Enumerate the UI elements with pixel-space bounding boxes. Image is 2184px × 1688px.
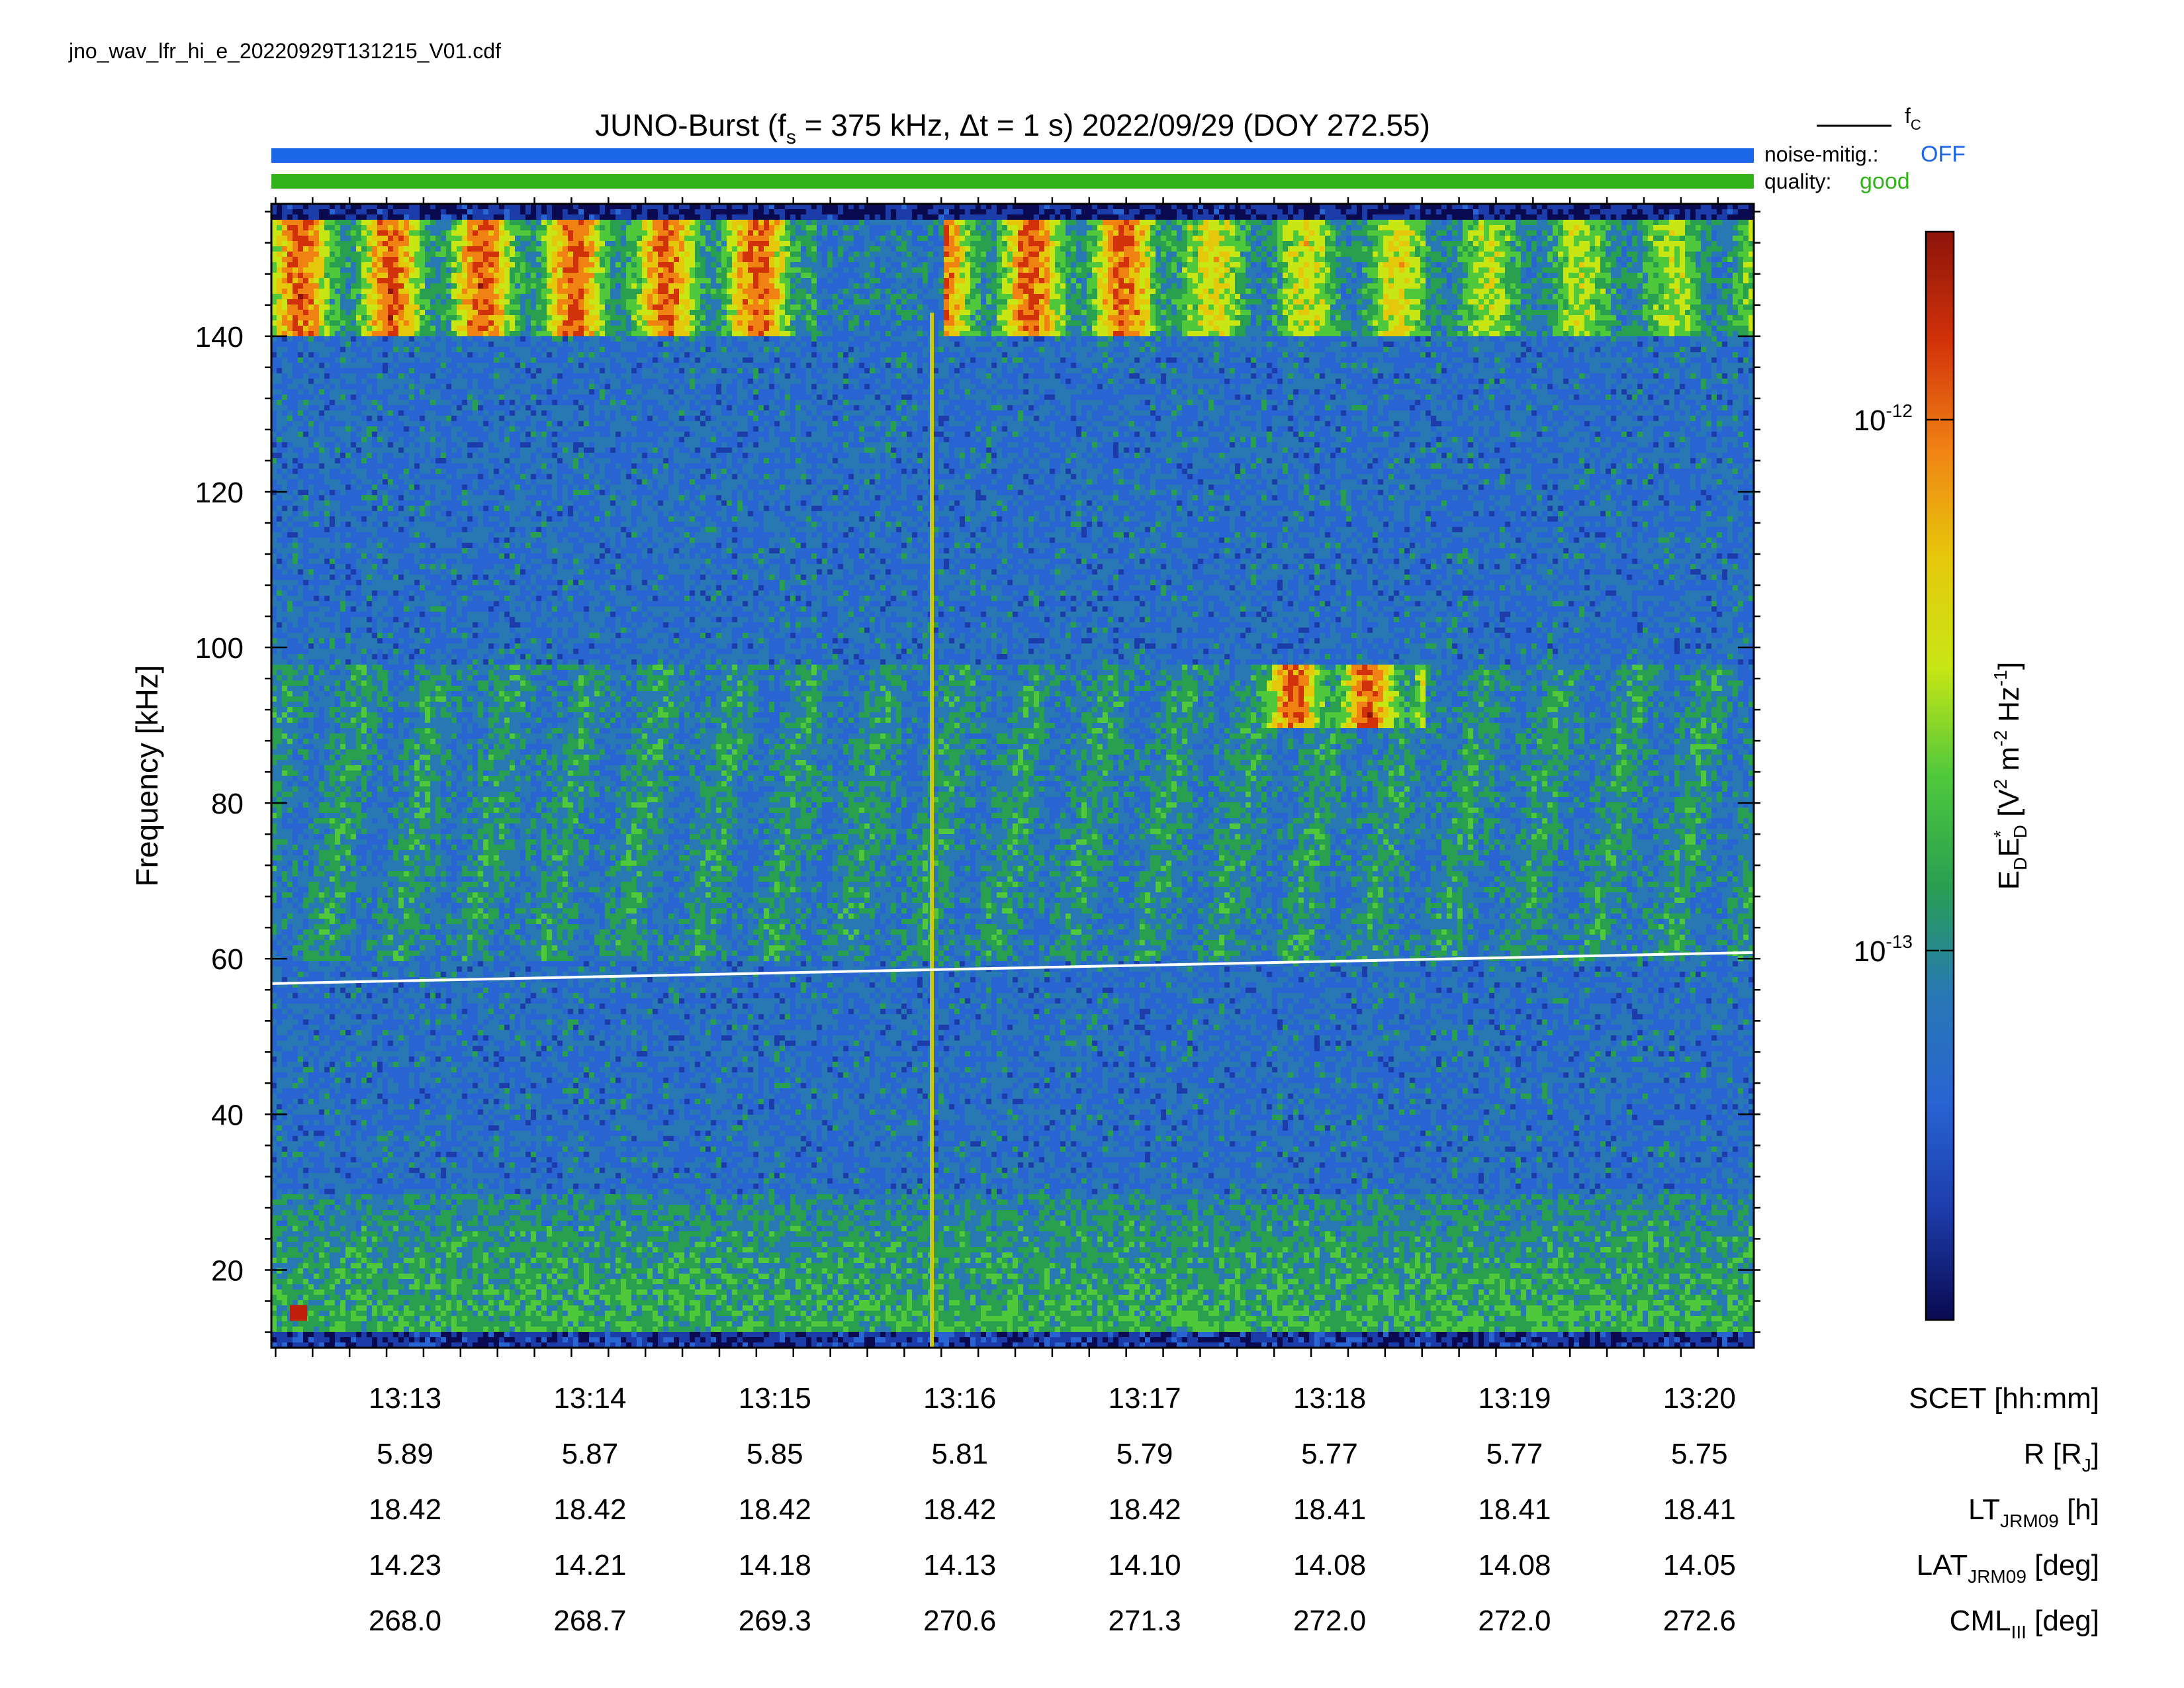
x-row-label: R [RJ] bbox=[2024, 1438, 2099, 1476]
colorbar-tick-label: 10-12 bbox=[1854, 400, 1913, 437]
x-row-value: 18.42 bbox=[739, 1493, 811, 1526]
x-row-label: CMLIII [deg] bbox=[1950, 1605, 2099, 1642]
x-row-value: 13:17 bbox=[1109, 1382, 1181, 1415]
y-tick-label: 120 bbox=[195, 477, 244, 509]
x-row-value: 14.10 bbox=[1109, 1549, 1181, 1581]
x-row-value: 14.21 bbox=[553, 1549, 626, 1581]
colorbar bbox=[1926, 232, 1954, 1320]
y-tick-label: 40 bbox=[211, 1099, 244, 1131]
x-row-value: 5.75 bbox=[1671, 1438, 1728, 1470]
x-row-value: 14.08 bbox=[1478, 1549, 1551, 1581]
x-row-value: 18.42 bbox=[553, 1493, 626, 1526]
colorbar-tick-label: 10-13 bbox=[1854, 931, 1913, 968]
x-row-value: 5.87 bbox=[562, 1438, 619, 1470]
x-row-value: 272.6 bbox=[1663, 1605, 1736, 1637]
x-row-value: 5.85 bbox=[747, 1438, 803, 1470]
x-row-value: 13:18 bbox=[1293, 1382, 1366, 1415]
x-row-value: 14.05 bbox=[1663, 1549, 1736, 1581]
fc-legend-label: fC bbox=[1905, 104, 1921, 133]
x-row-value: 5.77 bbox=[1486, 1438, 1543, 1470]
x-row-value: 272.0 bbox=[1478, 1605, 1551, 1637]
x-row-value: 272.0 bbox=[1293, 1605, 1366, 1637]
x-row-value: 5.81 bbox=[931, 1438, 988, 1470]
y-axis-label: Frequency [kHz] bbox=[130, 665, 164, 887]
noise-mitig-label: noise-mitig.: bbox=[1764, 142, 1879, 166]
y-tick-label: 100 bbox=[195, 632, 244, 665]
quality-bar bbox=[271, 174, 1754, 189]
x-row-value: 13:19 bbox=[1478, 1382, 1551, 1415]
y-tick-label: 20 bbox=[211, 1254, 244, 1287]
noise-mitig-value: OFF bbox=[1921, 142, 1966, 167]
x-row-value: 13:13 bbox=[369, 1382, 441, 1415]
x-row-value: 268.7 bbox=[553, 1605, 626, 1637]
x-row-value: 14.08 bbox=[1293, 1549, 1366, 1581]
x-info-rows: 13:13 13:14 13:15 13:16 13:17 13:18 13:19 13:20… bbox=[369, 1382, 2099, 1642]
spectrogram-figure: jno_wav_lfr_hi_e_20220929T131215_V01.cdf… bbox=[0, 0, 2184, 1688]
x-row-value: 18.41 bbox=[1663, 1493, 1736, 1526]
spectrogram-plot bbox=[271, 204, 1754, 1348]
x-row-value: 14.23 bbox=[369, 1549, 441, 1581]
x-row-value: 18.42 bbox=[369, 1493, 441, 1526]
x-row-value: 5.89 bbox=[377, 1438, 433, 1470]
chart-title: JUNO-Burst (fs = 375 kHz, Δt = 1 s) 2022… bbox=[595, 108, 1430, 148]
y-tick-label: 80 bbox=[211, 788, 244, 820]
y-tick-label: 60 bbox=[211, 943, 244, 976]
x-row-value: 5.77 bbox=[1301, 1438, 1358, 1470]
x-row-value: 268.0 bbox=[369, 1605, 441, 1637]
colorbar-label: EDE*D [V2 m-2 Hz-1] bbox=[1990, 662, 2030, 890]
x-row-value: 5.79 bbox=[1116, 1438, 1173, 1470]
spectrogram-pixels bbox=[271, 204, 1754, 1348]
x-row-value: 13:14 bbox=[553, 1382, 626, 1415]
quality-label: quality: bbox=[1764, 169, 1831, 193]
noise-mitigation-bar bbox=[271, 148, 1754, 163]
x-row-value: 13:16 bbox=[923, 1382, 996, 1415]
x-row-value: 14.18 bbox=[739, 1549, 811, 1581]
x-row-value: 270.6 bbox=[923, 1605, 996, 1637]
x-row-label: SCET [hh:mm] bbox=[1909, 1382, 2099, 1415]
x-row-value: 13:15 bbox=[739, 1382, 811, 1415]
x-row-value: 14.13 bbox=[923, 1549, 996, 1581]
y-tick-label: 140 bbox=[195, 321, 244, 353]
quality-value: good bbox=[1860, 169, 1910, 194]
x-row-label: LATJRM09 [deg] bbox=[1917, 1549, 2099, 1587]
file-name: jno_wav_lfr_hi_e_20220929T131215_V01.cdf bbox=[68, 39, 501, 63]
x-row-value: 13:20 bbox=[1663, 1382, 1736, 1415]
x-row-value: 18.41 bbox=[1478, 1493, 1551, 1526]
x-row-value: 271.3 bbox=[1109, 1605, 1181, 1637]
x-row-value: 269.3 bbox=[739, 1605, 811, 1637]
x-row-value: 18.42 bbox=[1109, 1493, 1181, 1526]
x-row-value: 18.41 bbox=[1293, 1493, 1366, 1526]
x-row-label: LTJRM09 [h] bbox=[1968, 1493, 2099, 1531]
x-row-value: 18.42 bbox=[923, 1493, 996, 1526]
